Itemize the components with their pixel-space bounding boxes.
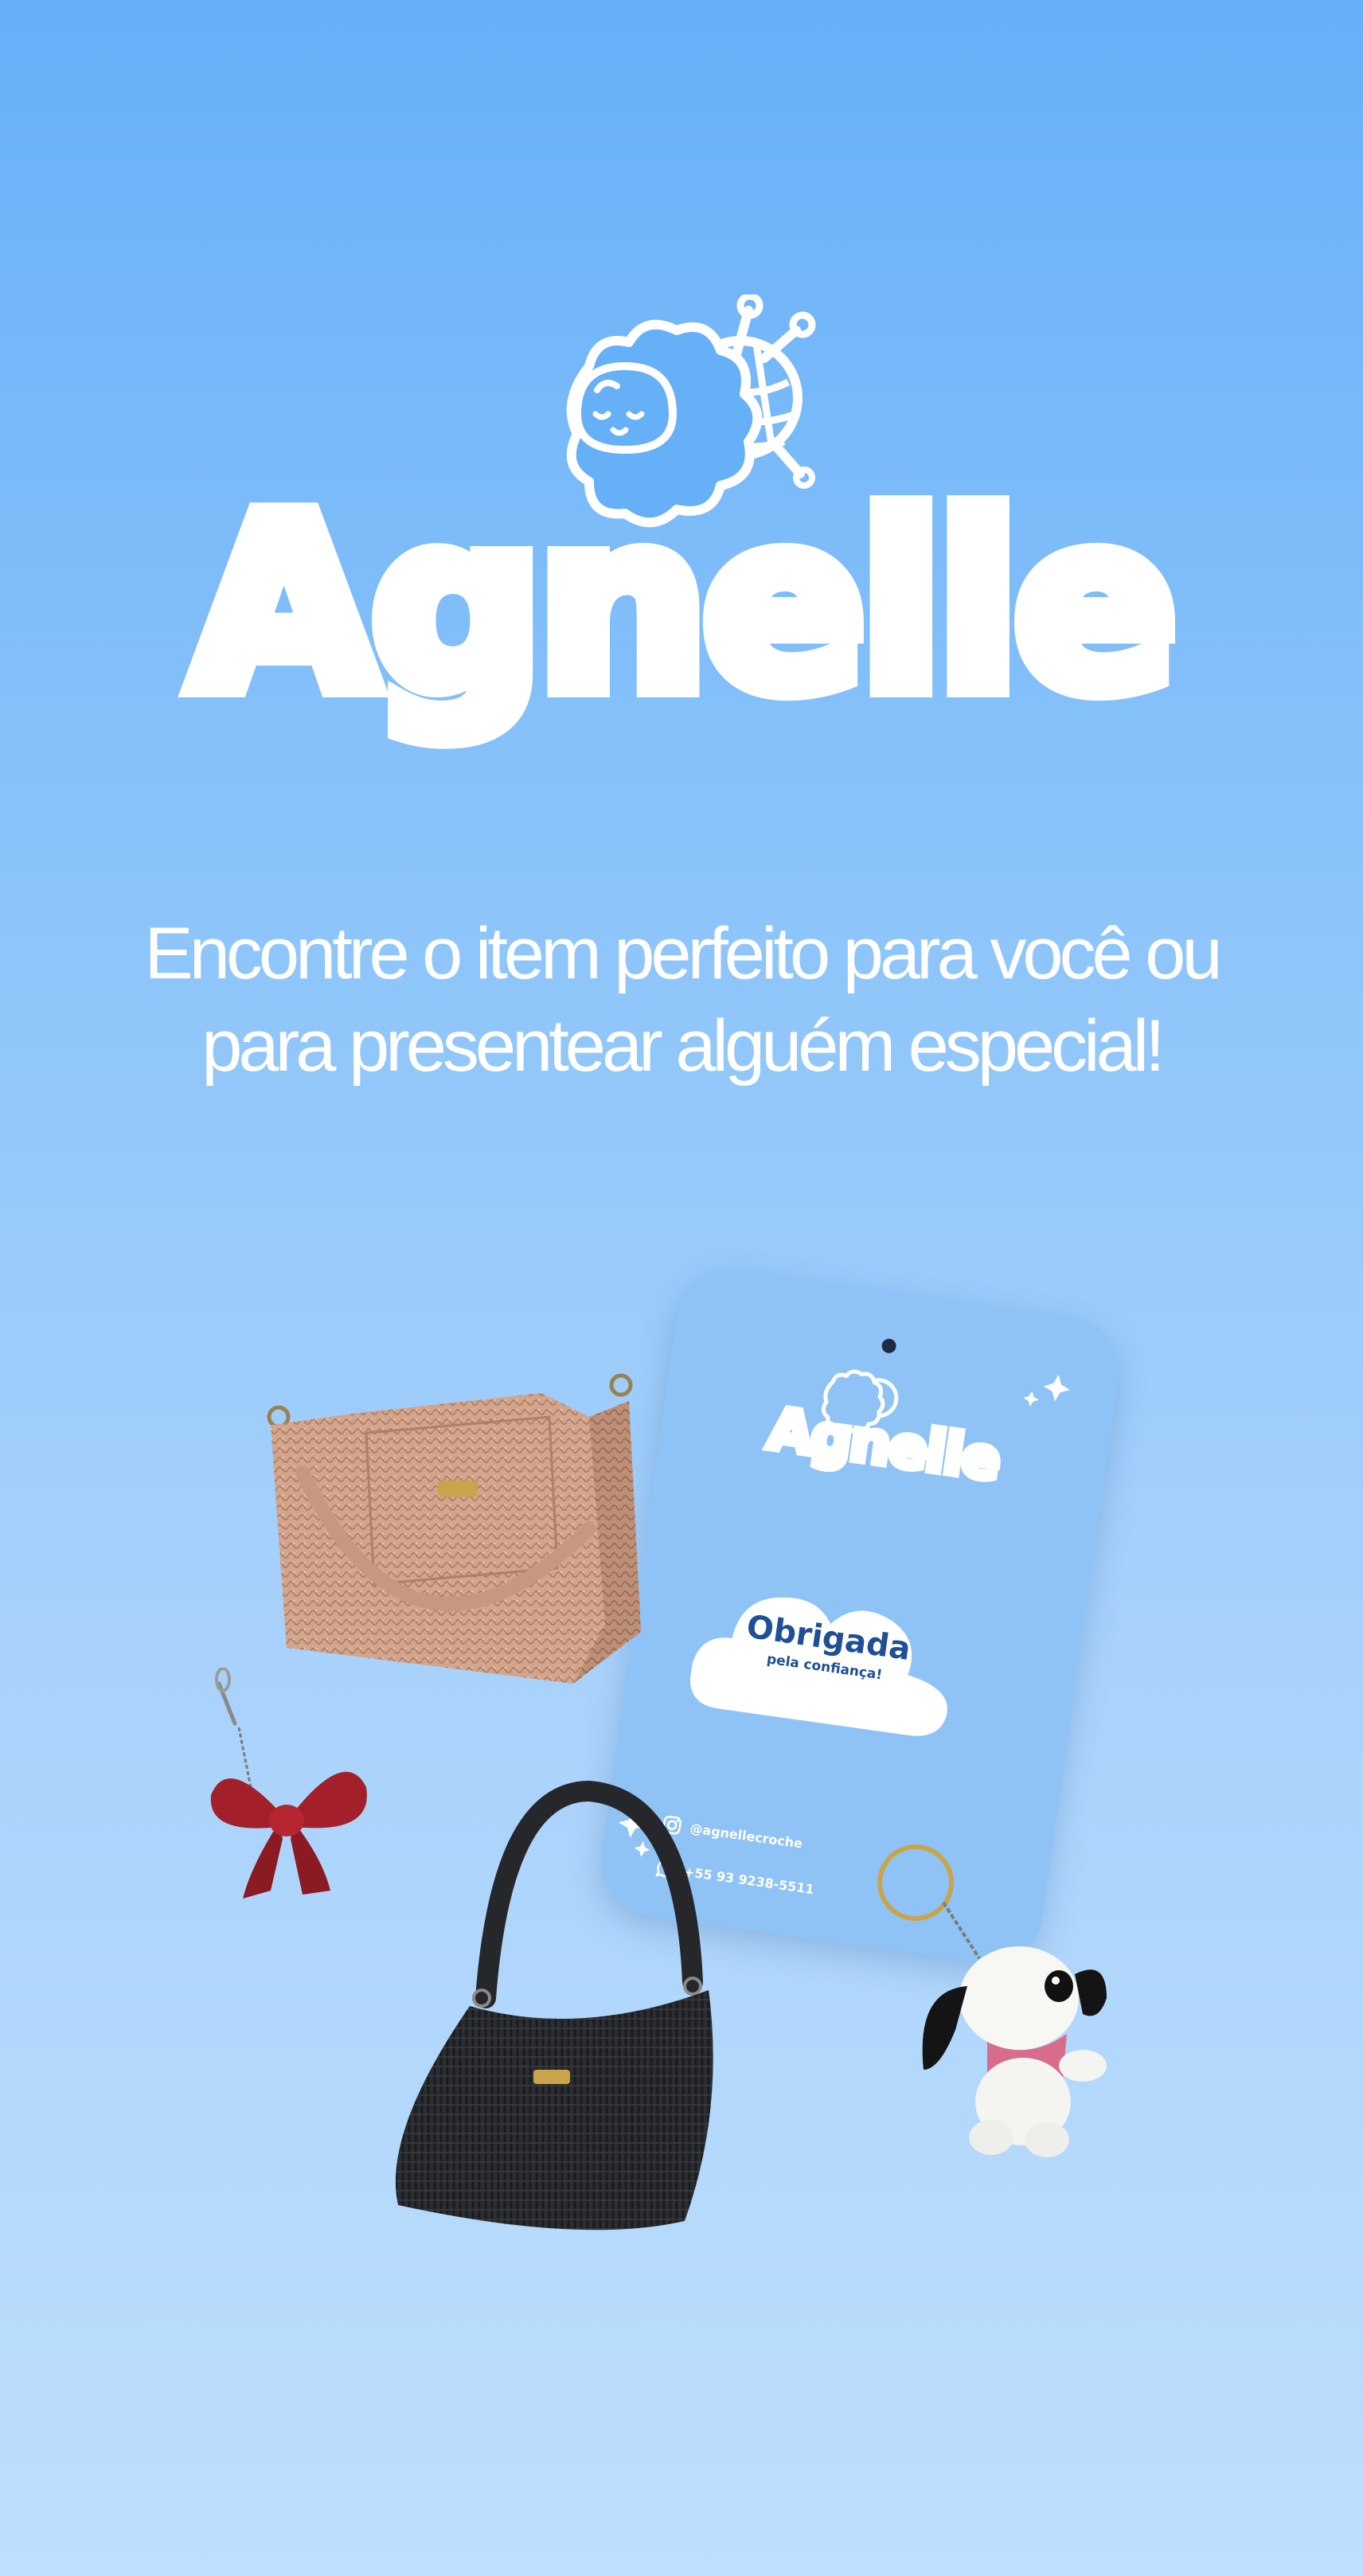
tag-hole	[881, 1337, 897, 1354]
red-bow-keychain-image	[210, 1668, 367, 1899]
black-crochet-bag-image	[395, 1780, 713, 2231]
dog-amigurumi-keychain-image	[877, 1844, 1107, 2157]
brand-wordmark: Agnelle	[181, 466, 1186, 744]
beige-crochet-bag-image	[267, 1373, 641, 1684]
tagline-line-2: para presentear alguém especial!	[201, 1005, 1166, 1087]
tagline: Encontre o item perfeito para você ou pa…	[88, 907, 1275, 1092]
sparkle-stars-icon	[1023, 1374, 1071, 1407]
tagline-line-1: Encontre o item perfeito para você ou	[144, 913, 1222, 994]
